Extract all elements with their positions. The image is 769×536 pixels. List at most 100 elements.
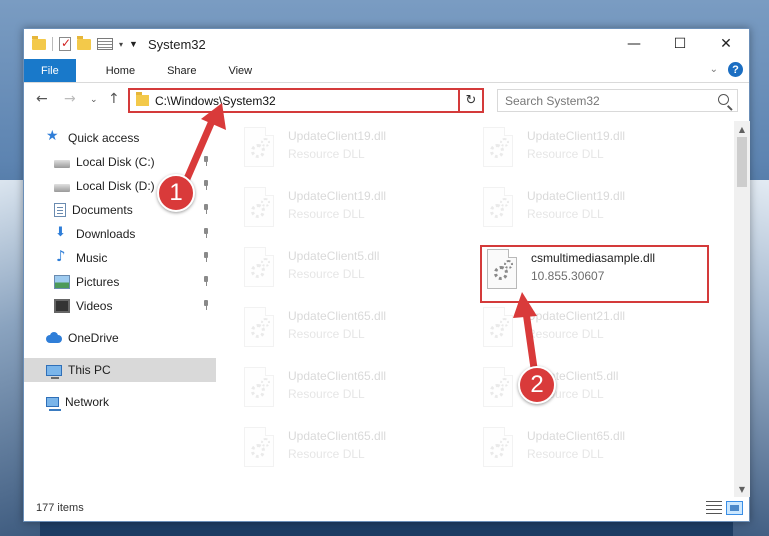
file-tile[interactable]: UpdateClient65.dll Resource DLL — [244, 365, 474, 419]
documents-icon — [54, 203, 66, 217]
address-bar[interactable]: C:\Windows\System32 ⌄ — [128, 88, 482, 113]
search-box[interactable] — [497, 89, 738, 112]
file-type: Resource DLL — [288, 147, 365, 161]
callout-number-2: 2 — [518, 366, 556, 404]
highlight-box — [480, 245, 709, 303]
file-name: UpdateClient19.dll — [288, 189, 387, 203]
file-tile[interactable]: UpdateClient19.dll Resource DLL — [244, 125, 474, 179]
file-tile[interactable]: UpdateClient21.dll Resource DLL — [483, 305, 713, 359]
dll-file-icon — [483, 187, 513, 227]
file-tile[interactable]: UpdateClient65.dll Resource DLL — [244, 305, 474, 359]
close-button[interactable]: ✕ — [703, 29, 749, 59]
file-name: UpdateClient65.dll — [527, 429, 626, 443]
sidebar-item-network[interactable]: Network — [24, 390, 216, 414]
pin-icon[interactable] — [202, 180, 210, 190]
callout-number-1: 1 — [157, 174, 195, 212]
sidebar-item-videos[interactable]: Videos — [24, 294, 216, 318]
file-name: UpdateClient21.dll — [527, 309, 626, 323]
file-tile[interactable]: UpdateClient19.dll Resource DLL — [244, 185, 474, 239]
file-tile[interactable]: UpdateClient19.dll Resource DLL — [483, 185, 713, 239]
videos-icon — [54, 299, 70, 313]
scrollbar-thumb[interactable] — [737, 137, 747, 187]
sidebar-item-label: Music — [76, 251, 108, 265]
recent-locations-icon[interactable]: ⌄ — [90, 95, 98, 105]
dll-file-icon — [244, 427, 274, 467]
file-name: UpdateClient19.dll — [527, 129, 626, 143]
pin-icon[interactable] — [202, 204, 210, 214]
dll-file-icon — [483, 367, 513, 407]
help-icon[interactable]: ? — [728, 62, 743, 77]
file-tile[interactable]: UpdateClient65.dll Resource DLL — [244, 425, 474, 479]
file-type: Resource DLL — [527, 327, 604, 341]
pin-icon[interactable] — [202, 300, 210, 310]
sidebar-item-this-pc[interactable]: This PC — [24, 358, 216, 382]
folder-icon[interactable] — [32, 35, 46, 50]
star-icon — [46, 128, 62, 145]
file-type: Resource DLL — [527, 447, 604, 461]
folder-icon — [136, 92, 149, 106]
sidebar-item-label: Local Disk (D:) — [76, 179, 155, 193]
file-tile[interactable]: UpdateClient5.dll Resource DLL — [244, 245, 474, 299]
sidebar-item-music[interactable]: Music — [24, 246, 216, 270]
pin-icon[interactable] — [202, 156, 210, 166]
network-icon — [46, 397, 61, 411]
pictures-icon — [54, 275, 70, 289]
maximize-button[interactable]: ☐ — [657, 29, 703, 59]
file-type: Resource DLL — [288, 267, 365, 281]
sidebar-item-label: Network — [65, 395, 110, 409]
chevron-down-icon[interactable]: ▾ — [119, 40, 123, 49]
file-name: UpdateClient19.dll — [527, 189, 626, 203]
expand-ribbon-icon[interactable]: ⌄ — [710, 64, 718, 75]
sidebar-item-label: Quick access — [68, 131, 140, 145]
ribbon-tabs: File Home Share View ⌄ ? — [24, 59, 749, 83]
file-type: Resource DLL — [288, 387, 365, 401]
sidebar-item-pictures[interactable]: Pictures — [24, 270, 216, 294]
status-bar: 177 items — [24, 495, 749, 521]
minimize-button[interactable]: — — [611, 29, 657, 59]
refresh-button[interactable]: ↻ — [458, 88, 484, 113]
details-view-icon[interactable] — [706, 501, 722, 514]
file-tile[interactable]: UpdateClient65.dll Resource DLL — [483, 425, 713, 479]
tiles-view-icon[interactable] — [726, 501, 743, 515]
vertical-scrollbar[interactable]: ▲ ▼ — [734, 121, 750, 497]
sidebar-item-downloads[interactable]: Downloads — [24, 222, 216, 246]
search-icon[interactable] — [718, 94, 729, 105]
file-name: UpdateClient5.dll — [288, 249, 380, 263]
file-tile[interactable]: UpdateClient19.dll Resource DLL — [483, 125, 713, 179]
ribbon-right-controls: ⌄ ? — [710, 62, 743, 77]
sidebar-item-local-disk-c[interactable]: Local Disk (C:) — [24, 150, 216, 174]
sidebar-item-label: Documents — [72, 203, 133, 217]
up-arrow-icon[interactable]: ↑ — [108, 91, 120, 107]
toolbar-divider — [52, 37, 53, 51]
properties-check-icon[interactable] — [59, 36, 71, 51]
tab-file[interactable]: File — [24, 59, 76, 82]
new-folder-icon[interactable] — [77, 35, 91, 50]
pin-icon[interactable] — [202, 252, 210, 262]
file-name: UpdateClient65.dll — [288, 429, 387, 443]
sidebar-item-onedrive[interactable]: OneDrive — [24, 326, 216, 350]
tab-share[interactable]: Share — [151, 59, 212, 82]
file-name: UpdateClient65.dll — [288, 309, 387, 323]
scroll-up-icon[interactable]: ▲ — [734, 121, 750, 137]
window-title: System32 — [147, 36, 206, 52]
forward-arrow-icon[interactable]: → — [64, 91, 76, 107]
pin-icon[interactable] — [202, 276, 210, 286]
search-input[interactable] — [505, 93, 705, 108]
sidebar-item-label: Local Disk (C:) — [76, 155, 155, 169]
back-arrow-icon[interactable]: ← — [36, 91, 48, 107]
music-icon — [54, 247, 70, 265]
quick-access-toolbar: ▾ ▼ — [24, 35, 138, 51]
file-tile[interactable]: UpdateClient5.dll Resource DLL — [483, 365, 713, 419]
dll-file-icon — [483, 427, 513, 467]
view-options-icon[interactable] — [97, 38, 113, 50]
customize-toolbar-icon[interactable]: ▼ — [129, 39, 138, 49]
tab-view[interactable]: View — [212, 59, 268, 82]
pin-icon[interactable] — [202, 228, 210, 238]
file-name: UpdateClient65.dll — [288, 369, 387, 383]
window-controls: — ☐ ✕ — [611, 29, 749, 59]
sidebar-item-quick-access[interactable]: Quick access — [24, 126, 216, 150]
title-bar: ▾ ▼ System32 — ☐ ✕ — [24, 29, 749, 59]
sidebar-item-label: This PC — [68, 363, 111, 377]
file-type: Resource DLL — [288, 447, 365, 461]
tab-home[interactable]: Home — [90, 59, 151, 82]
